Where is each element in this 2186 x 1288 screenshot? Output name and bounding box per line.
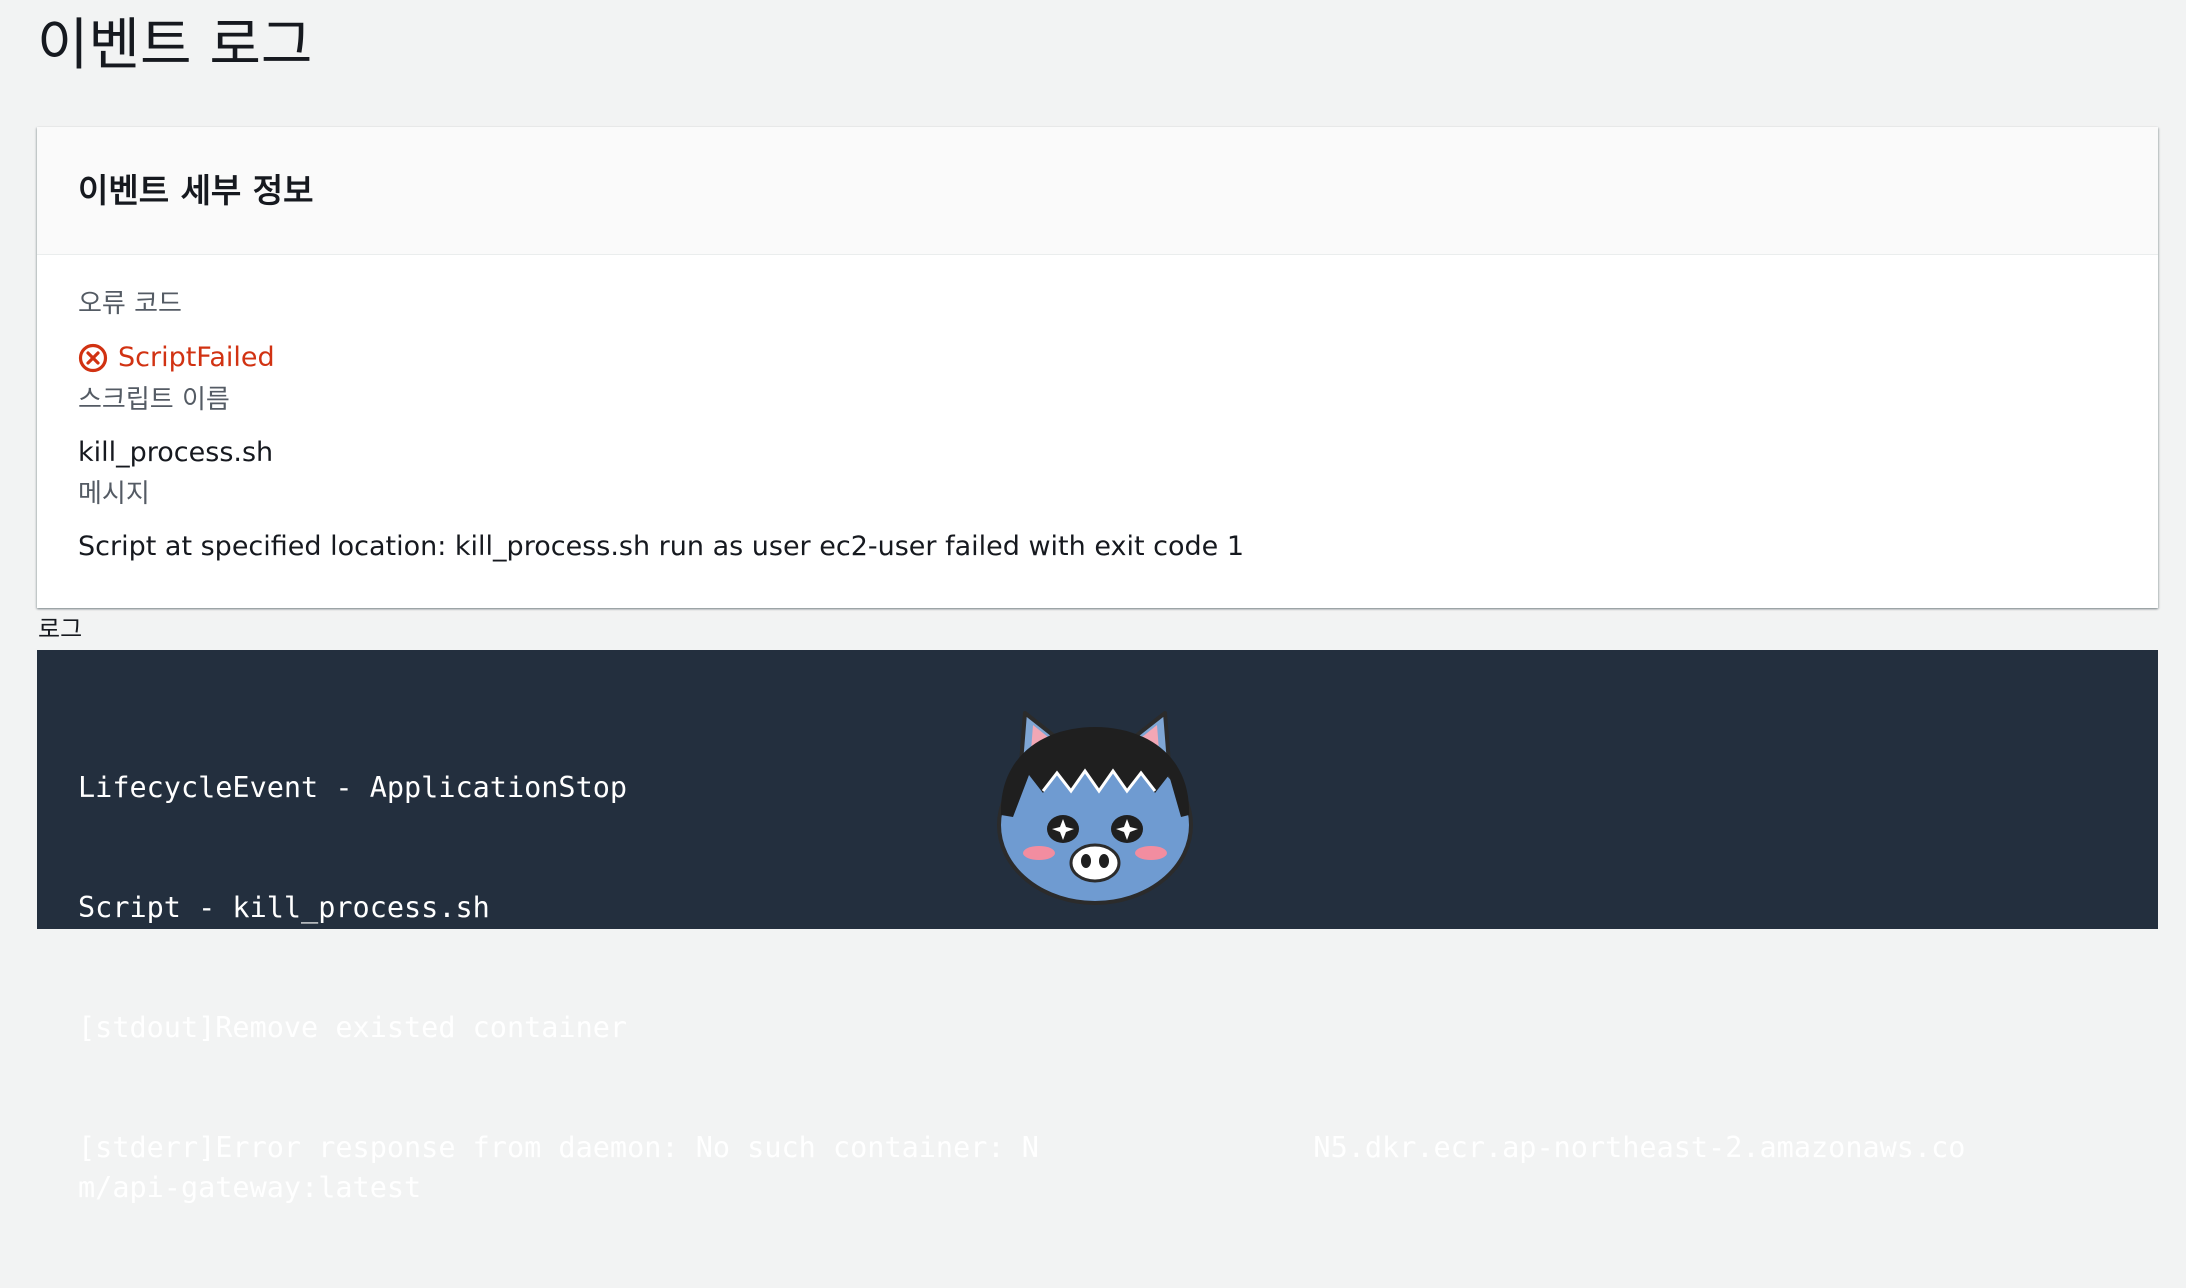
error-code-value: ScriptFailed [78, 339, 275, 377]
panel-header: 이벤트 세부 정보 [37, 127, 2158, 255]
message-value: Script at specified location: kill_proce… [78, 531, 1244, 562]
error-code-text: ScriptFailed [118, 342, 275, 373]
script-name-value: kill_process.sh [78, 437, 274, 468]
cat-character-sticker [985, 705, 1205, 905]
x-circle-icon [78, 343, 108, 373]
page-title: 이벤트 로그 [37, 13, 313, 78]
script-name-label: 스크립트 이름 [78, 385, 230, 415]
log-line: [stdout]Remove existed container [78, 1011, 628, 1044]
error-code-label: 오류 코드 [78, 289, 182, 319]
log-label: 로그 [38, 615, 83, 643]
log-line: [stderr]Error response from daemon: No s… [78, 1131, 1966, 1204]
message-label: 메시지 [78, 479, 150, 509]
event-details-panel: 이벤트 세부 정보 오류 코드 ScriptFailed 스크립트 이름 kil… [37, 127, 2158, 608]
panel-title: 이벤트 세부 정보 [78, 171, 314, 210]
